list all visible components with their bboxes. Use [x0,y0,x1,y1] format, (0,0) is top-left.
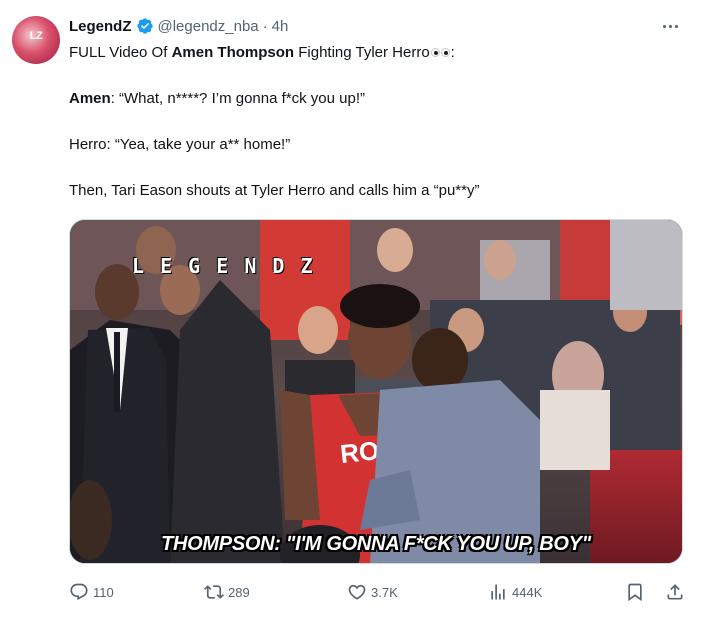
video-watermark: L E G E N D Z [132,254,315,278]
share-button[interactable] [665,580,685,604]
avatar[interactable]: LZ [12,16,60,64]
video-caption: THOMPSON: "I'M GONNA F*CK YOU UP, BOY" [161,533,591,555]
tweet-text-line1: FULL Video Of Amen Thompson Fighting Tyl… [69,43,455,63]
more-options-icon[interactable] [658,14,682,38]
separator-dot: · [262,17,268,35]
avatar-text: LZ [29,30,43,42]
tweet-text-line2: Amen: “What, n****? I’m gonna f*ck you u… [69,90,365,107]
author-handle[interactable]: @legendz_nba [158,18,259,35]
author-name[interactable]: LegendZ [69,18,132,35]
share-icon [667,584,683,600]
views-count: 444K [512,584,543,600]
tweet-text-line3: Herro: “Yea, take your a** home!” [69,136,291,153]
tweet-actions: 110 289 3.7K 444K [69,580,683,604]
retweet-button[interactable]: 289 [204,580,250,604]
like-count: 3.7K [371,584,398,600]
retweet-count: 289 [228,584,250,600]
tweet-text-line4: Then, Tari Eason shouts at Tyler Herro a… [69,182,480,199]
heart-icon [348,584,366,600]
tweet-media-video[interactable]: ROCK L E G E N D Z THOMPSON: "I'M GONNA … [69,219,683,564]
views-button[interactable]: 444K [488,580,542,604]
reply-count: 110 [93,584,114,600]
tweet-header: LegendZ @legendz_nba · 4h [69,15,288,37]
eyes-emoji-icon [430,43,451,63]
reply-icon [70,583,88,601]
bookmark-icon [628,583,642,602]
reply-button[interactable]: 110 [69,580,114,604]
tweet: LZ LegendZ @legendz_nba · 4h FULL Video … [0,0,702,618]
retweet-icon [204,585,224,599]
views-chart-icon [491,584,505,600]
bookmark-button[interactable] [625,580,645,604]
verified-badge-icon [136,18,153,34]
timestamp[interactable]: 4h [272,18,289,35]
like-button[interactable]: 3.7K [347,580,398,604]
